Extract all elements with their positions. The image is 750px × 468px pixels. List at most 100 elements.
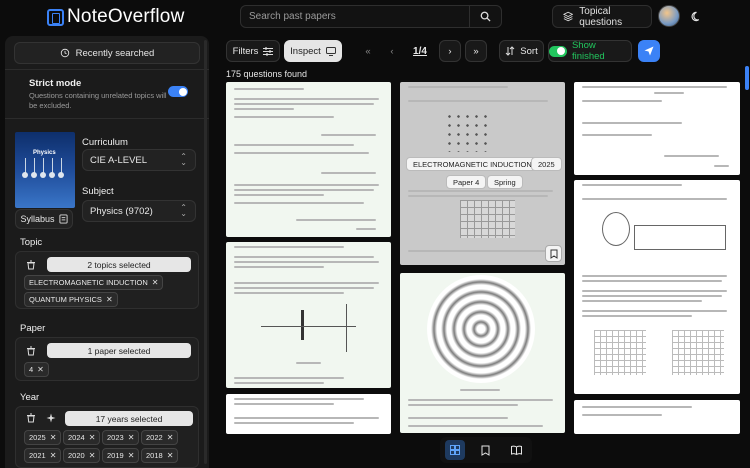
question-card[interactable] <box>226 394 391 434</box>
topical-questions-button[interactable]: Topical questions <box>552 5 652 28</box>
last-page-button[interactable]: » <box>465 40 487 62</box>
year-filter-group: 17 years selected 2025 ✕ 2024 ✕ 2023 ✕ 2022… <box>15 406 199 468</box>
recently-searched-label: Recently searched <box>75 47 155 59</box>
book-open-icon <box>511 445 523 455</box>
close-icon[interactable]: ✕ <box>167 433 174 442</box>
subject-label: Subject <box>82 186 114 197</box>
year-chip[interactable]: 2023 ✕ <box>102 430 140 445</box>
filters-button[interactable]: Filters <box>226 40 280 62</box>
topics-summary: 2 topics selected <box>87 259 151 270</box>
year-label: Year <box>20 392 40 403</box>
trash-icon <box>27 260 35 270</box>
first-page-button[interactable]: « <box>357 40 379 62</box>
clear-topics-button[interactable] <box>24 258 38 272</box>
paper-filter-group: 1 paper selected 4 ✕ <box>15 337 199 381</box>
brand-logo[interactable]: NoteOverflow <box>47 6 185 28</box>
preview-year-chip: 2025 <box>531 157 562 171</box>
moon-icon <box>691 11 699 21</box>
clear-papers-button[interactable] <box>24 344 38 358</box>
question-card[interactable] <box>400 273 565 433</box>
strict-mode-description: Questions containing unrelated topics wi… <box>29 91 167 110</box>
paper-label: Paper <box>20 323 46 334</box>
book-title: Physics <box>33 150 56 156</box>
close-icon[interactable]: ✕ <box>89 451 96 460</box>
year-chip[interactable]: 2024 ✕ <box>63 430 101 445</box>
topics-selected-button[interactable]: 2 topics selected <box>47 257 191 272</box>
year-chip[interactable]: 2025 ✕ <box>24 430 62 445</box>
year-chip[interactable]: 2019 ✕ <box>102 448 140 463</box>
preview-topic: ELECTROMAGNETIC INDUCTION <box>413 159 532 169</box>
subject-select[interactable]: Physics (9702) ⌃ ⌄ <box>82 200 196 222</box>
curriculum-value: CIE A-LEVEL <box>90 154 148 166</box>
topic-chip[interactable]: QUANTUM PHYSICS ✕ <box>24 292 118 307</box>
chevron-updown-icon: ⌃ ⌄ <box>180 203 187 218</box>
sidebar-scrollbar[interactable] <box>204 40 207 464</box>
grid-icon <box>450 445 461 455</box>
topic-chip[interactable]: ELECTROMAGNETIC INDUCTION ✕ <box>24 275 164 290</box>
paper-chip[interactable]: 4 ✕ <box>24 362 49 377</box>
syllabus-label: Syllabus <box>20 214 55 224</box>
close-icon[interactable]: ✕ <box>37 365 44 374</box>
bookmark-button[interactable] <box>545 245 562 262</box>
year-chip[interactable]: 2020 ✕ <box>63 448 101 463</box>
user-avatar[interactable] <box>658 5 680 27</box>
strict-mode-toggle[interactable] <box>168 86 188 97</box>
subject-book-cover: Physics <box>15 132 75 208</box>
select-all-years-button[interactable] <box>44 411 58 425</box>
preview-season: Spring <box>494 177 516 187</box>
close-icon[interactable]: ✕ <box>50 451 57 460</box>
close-icon[interactable]: ✕ <box>89 433 96 442</box>
preview-year: 2025 <box>538 159 555 169</box>
question-card-preview[interactable] <box>400 82 565 265</box>
sort-button[interactable]: Sort <box>499 40 544 62</box>
search-input[interactable] <box>241 6 469 27</box>
main-scrollbar[interactable] <box>745 66 749 90</box>
search-button[interactable] <box>469 6 501 27</box>
topic-chip-label: ELECTROMAGNETIC INDUCTION <box>29 278 148 287</box>
top-bar: NoteOverflow Topical questions <box>0 0 750 34</box>
send-button[interactable] <box>638 40 660 62</box>
clear-years-button[interactable] <box>24 411 38 425</box>
close-icon[interactable]: ✕ <box>167 451 174 460</box>
year-chip-label: 2022 <box>146 433 163 442</box>
year-chip[interactable]: 2022 ✕ <box>141 430 179 445</box>
question-card[interactable] <box>574 180 740 394</box>
close-icon[interactable]: ✕ <box>106 295 113 304</box>
show-finished-toggle[interactable]: Show finished <box>548 40 632 62</box>
topical-questions-label: Topical questions <box>579 5 623 28</box>
trash-icon <box>27 413 35 423</box>
question-card[interactable] <box>226 242 391 388</box>
close-icon[interactable]: ✕ <box>152 278 159 287</box>
close-icon[interactable]: ✕ <box>128 451 135 460</box>
paper-chip-label: 4 <box>29 365 34 374</box>
search-icon <box>480 11 491 22</box>
logo-icon <box>47 8 64 26</box>
question-card[interactable] <box>574 82 740 175</box>
grid-view-button[interactable] <box>445 440 466 460</box>
inspect-button[interactable]: Inspect <box>284 40 342 62</box>
trash-icon <box>27 346 35 356</box>
bookmarks-view-button[interactable] <box>476 440 496 460</box>
recently-searched-button[interactable]: Recently searched <box>14 42 200 64</box>
close-icon[interactable]: ✕ <box>128 433 135 442</box>
curriculum-select[interactable]: CIE A-LEVEL ⌃ ⌄ <box>82 149 196 171</box>
filters-label: Filters <box>232 45 259 57</box>
question-card[interactable] <box>574 400 740 434</box>
year-chip[interactable]: 2021 ✕ <box>24 448 62 463</box>
year-chip[interactable]: 2018 ✕ <box>141 448 179 463</box>
monitor-icon <box>325 46 336 56</box>
question-card[interactable] <box>226 82 391 237</box>
chevron-updown-icon: ⌃ ⌄ <box>180 152 187 167</box>
year-chip-label: 2020 <box>68 451 85 460</box>
prev-page-button[interactable]: ‹ <box>381 40 403 62</box>
show-finished-switch[interactable] <box>549 45 567 57</box>
theme-toggle-button[interactable] <box>685 5 707 27</box>
years-selected-button[interactable]: 17 years selected <box>65 411 193 426</box>
papers-selected-button[interactable]: 1 paper selected <box>47 343 191 358</box>
syllabus-button[interactable]: Syllabus <box>15 209 73 229</box>
next-page-button[interactable]: › <box>439 40 461 62</box>
sliders-icon <box>263 46 274 56</box>
reader-view-button[interactable] <box>507 440 527 460</box>
year-chip-label: 2021 <box>29 451 46 460</box>
close-icon[interactable]: ✕ <box>50 433 57 442</box>
